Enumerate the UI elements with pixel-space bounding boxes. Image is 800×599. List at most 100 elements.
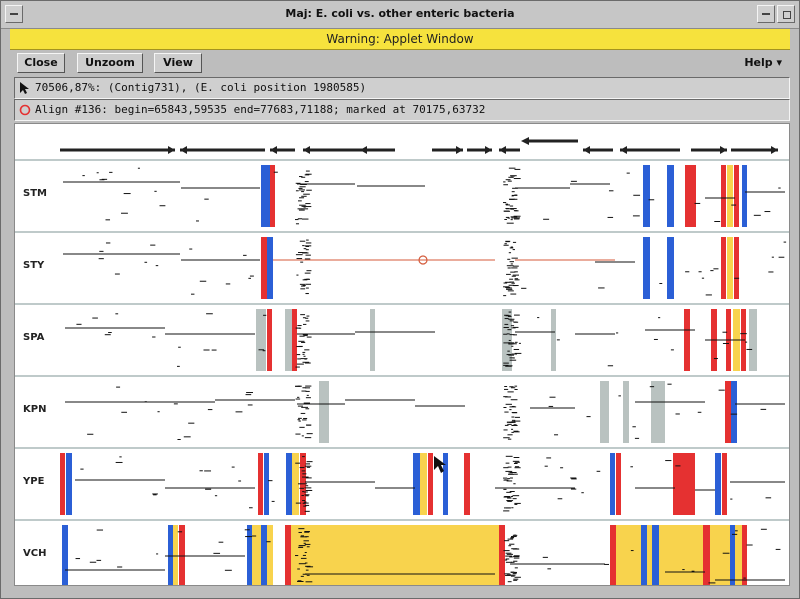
hover-info-line: 70506,87%: (Contig731), (E. coli positio…: [14, 77, 790, 99]
blue-band: [62, 525, 68, 585]
view-button[interactable]: View: [154, 53, 202, 73]
blue-band: [261, 525, 267, 585]
blue-band: [267, 237, 273, 299]
red-band: [734, 165, 739, 227]
unzoom-button[interactable]: Unzoom: [77, 53, 143, 73]
red-band: [428, 453, 433, 515]
gene-arrowhead: [270, 146, 277, 154]
red-band: [684, 309, 690, 371]
yellow-band: [267, 525, 273, 585]
gene-arrowhead: [499, 146, 506, 154]
yellow-band: [292, 453, 299, 515]
maximize-button[interactable]: [777, 5, 795, 23]
blue-band: [742, 165, 747, 227]
gray-band: [551, 309, 556, 371]
gene-arrowhead: [180, 146, 187, 154]
blue-band: [286, 453, 292, 515]
toolbar: Close Unzoom View Help ▾: [10, 50, 790, 76]
track-label: STY: [23, 260, 45, 271]
gray-band: [749, 309, 757, 371]
red-band: [721, 165, 726, 227]
red-band: [610, 525, 616, 585]
gray-band: [319, 381, 329, 443]
yellow-band: [291, 525, 499, 585]
red-band: [60, 453, 65, 515]
gray-band: [370, 309, 375, 371]
red-band: [734, 237, 739, 299]
window-title: Maj: E. coli vs. other enteric bacteria: [285, 7, 515, 20]
blue-band: [715, 453, 721, 515]
blue-band: [610, 453, 615, 515]
track-kpn[interactable]: KPN: [15, 375, 790, 443]
yellow-band: [659, 525, 665, 585]
track-label: KPN: [23, 404, 46, 415]
blue-band: [641, 525, 647, 585]
blue-band: [66, 453, 72, 515]
red-band: [722, 453, 727, 515]
gene-arrowhead: [303, 146, 310, 154]
blue-band: [247, 525, 252, 585]
red-band: [261, 237, 267, 299]
red-band: [616, 453, 621, 515]
track-label: YPE: [22, 476, 45, 487]
gray-band: [256, 309, 266, 371]
red-band: [270, 165, 275, 227]
yellow-band: [420, 453, 427, 515]
gray-band: [623, 381, 629, 443]
genome-tracks: STM STY SPA KPN YPE VCH: [15, 159, 790, 586]
gene-arrowhead: [485, 146, 492, 154]
track-stm[interactable]: STM: [15, 159, 790, 227]
red-band: [673, 453, 695, 515]
arrow-cursor-icon: [20, 82, 29, 94]
gene-arrowhead: [771, 146, 778, 154]
warning-bar: Warning: Applet Window: [10, 29, 790, 50]
yellow-band: [616, 525, 641, 585]
blue-band: [643, 237, 650, 299]
gene-arrowhead: [620, 146, 627, 154]
hover-info-text: 70506,87%: (Contig731), (E. coli positio…: [35, 81, 367, 94]
blue-band: [667, 165, 674, 227]
blue-band: [443, 453, 448, 515]
blue-band: [413, 453, 420, 515]
blue-band: [667, 237, 674, 299]
red-band: [285, 525, 291, 585]
red-band: [267, 309, 272, 371]
minimize-button[interactable]: [757, 5, 775, 23]
alignment-info-text: Align #136: begin=65843,59535 end=77683,…: [35, 103, 486, 116]
warning-text: Warning: Applet Window: [326, 32, 474, 46]
alignment-info-line: Align #136: begin=65843,59535 end=77683,…: [14, 99, 790, 121]
blue-band: [261, 165, 270, 227]
red-band: [703, 525, 710, 585]
alignment-view[interactable]: STM STY SPA KPN YPE VCH: [14, 123, 790, 586]
close-button[interactable]: Close: [17, 53, 65, 73]
track-label: STM: [23, 188, 47, 199]
yellow-band: [647, 525, 652, 585]
track-vch[interactable]: VCH: [15, 519, 790, 586]
track-spa[interactable]: SPA: [15, 303, 790, 371]
track-ype[interactable]: YPE: [15, 447, 790, 515]
yellow-band: [727, 237, 733, 299]
blue-band: [731, 381, 737, 443]
red-circle-icon: [19, 104, 31, 116]
title-bar[interactable]: Maj: E. coli vs. other enteric bacteria: [1, 1, 799, 29]
red-band: [464, 453, 470, 515]
applet-window: Maj: E. coli vs. other enteric bacteria …: [0, 0, 800, 599]
yellow-band: [727, 165, 733, 227]
yellow-band: [710, 525, 730, 585]
blue-band: [264, 453, 269, 515]
gray-band: [600, 381, 609, 443]
gray-band: [285, 309, 292, 371]
track-sty[interactable]: STY: [15, 231, 790, 299]
track-label: SPA: [23, 332, 45, 343]
gray-band: [651, 381, 665, 443]
alignment-canvas[interactable]: STM STY SPA KPN YPE VCH: [15, 124, 790, 586]
gene-arrowhead: [583, 146, 590, 154]
track-label: VCH: [23, 548, 46, 559]
blue-band: [652, 525, 659, 585]
yellow-band: [252, 525, 261, 585]
help-menu[interactable]: Help ▾: [744, 56, 782, 69]
blue-band: [643, 165, 650, 227]
red-band: [499, 525, 505, 585]
gene-arrows: [60, 137, 778, 154]
yellow-band: [665, 525, 703, 585]
